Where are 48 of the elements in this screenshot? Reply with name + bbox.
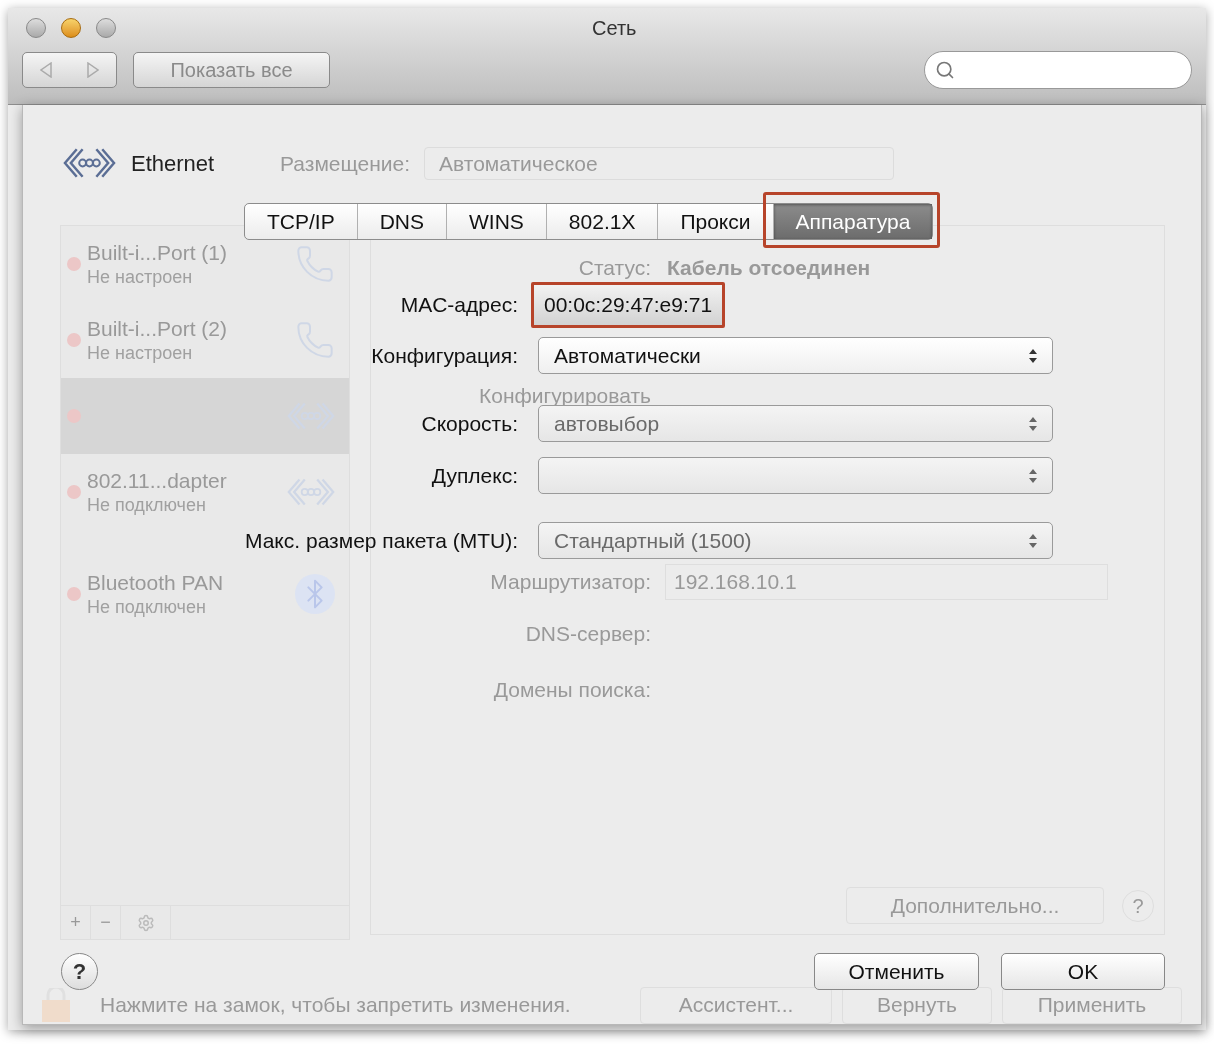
phone-icon bbox=[295, 244, 335, 284]
lock-icon bbox=[40, 988, 72, 1022]
service-status: Не подключен bbox=[87, 596, 207, 618]
configure-label: Конфигурировать bbox=[479, 384, 651, 408]
list-button[interactable]: + bbox=[61, 905, 91, 940]
minimize-button[interactable] bbox=[61, 18, 81, 38]
status-value: Кабель отсоединен bbox=[667, 256, 871, 280]
service-name: Bluetooth PAN bbox=[87, 570, 224, 596]
search-field[interactable] bbox=[924, 51, 1192, 89]
settings-icon bbox=[136, 913, 155, 932]
list-button[interactable]: − bbox=[91, 905, 121, 940]
router-field[interactable]: 192.168.10.1 bbox=[665, 564, 1108, 600]
location-dropdown[interactable]: Автоматическое bbox=[424, 147, 895, 180]
router-label: Маршрутизатор: bbox=[490, 570, 651, 594]
back-forward-buttons[interactable] bbox=[22, 52, 117, 88]
up-down-arrows-icon bbox=[1029, 348, 1037, 363]
up-down-arrows-icon bbox=[1029, 533, 1037, 548]
bluetooth-icon bbox=[295, 574, 335, 614]
up-down-arrows-icon bbox=[1029, 468, 1037, 483]
mac-label: MAC-адрес: bbox=[400, 293, 518, 317]
forward-arrow-icon bbox=[86, 62, 99, 78]
service-status: Не настроен bbox=[87, 342, 194, 364]
back-arrow-icon bbox=[40, 62, 53, 78]
service-status: Не подключен bbox=[87, 494, 207, 516]
mac-address-value: 00:0c:29:47:e9:71 bbox=[531, 282, 726, 328]
phone-icon bbox=[295, 320, 335, 360]
footer-button[interactable]: Ассистент... bbox=[640, 986, 832, 1024]
dns-label: DNS-сервер: bbox=[525, 622, 651, 646]
interface-name: Ethernet bbox=[131, 149, 215, 178]
lock-message: Нажмите на замок, чтобы запретить изменения. bbox=[100, 992, 571, 1019]
field-label: Конфигурация: bbox=[371, 343, 518, 368]
show-all-button[interactable]: Показать все bbox=[133, 52, 330, 88]
field-label: Дуплекс: bbox=[431, 463, 518, 488]
window-title: Сеть bbox=[592, 16, 637, 41]
service-name: Built-i...Port (2) bbox=[87, 316, 228, 342]
search-icon bbox=[935, 60, 955, 80]
zoom-button[interactable] bbox=[96, 18, 116, 38]
close-button[interactable] bbox=[26, 18, 46, 38]
service-name: Built-i...Port (1) bbox=[87, 240, 228, 266]
field-label: Макс. размер пакета (MTU): bbox=[244, 528, 518, 553]
advanced-button[interactable]: Дополнительно... bbox=[846, 887, 1104, 924]
domains-label: Домены поиска: bbox=[493, 678, 651, 702]
location-label: Размещение: bbox=[280, 150, 411, 177]
status-label: Статус: bbox=[578, 256, 651, 280]
up-down-arrows-icon bbox=[1029, 416, 1037, 431]
service-status: Не настроен bbox=[87, 266, 194, 288]
service-name: 802.11...dapter bbox=[87, 468, 227, 494]
field-label: Скорость: bbox=[421, 411, 518, 436]
